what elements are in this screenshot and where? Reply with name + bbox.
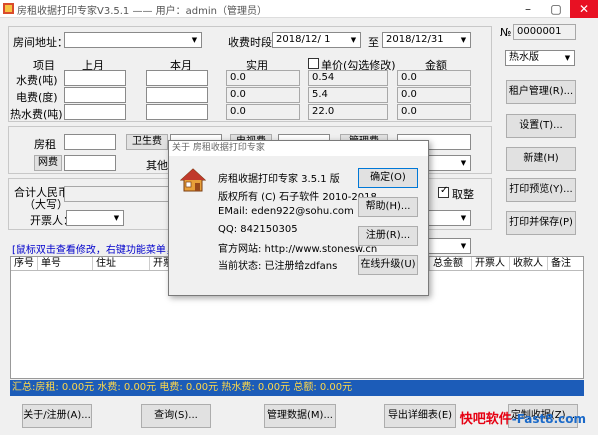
export-detail-button[interactable]: 导出详细表(E) — [384, 404, 456, 428]
close-button[interactable]: ✕ — [570, 0, 598, 18]
th-address[interactable]: 住址 — [93, 257, 150, 270]
col-item: 项目 — [33, 59, 55, 72]
ok-button[interactable]: 确定(O) — [358, 168, 418, 188]
other-label: 其他 — [146, 159, 168, 172]
chevron-down-icon: ▼ — [350, 36, 357, 44]
electric-last-input[interactable] — [64, 87, 126, 103]
manage-data-button[interactable]: 管理数据(M)... — [264, 404, 336, 428]
heater-version-value: 热水版 — [509, 52, 539, 63]
issuer-combo[interactable]: ▼ — [66, 210, 124, 226]
period-from-value: 2018/12/ 1 — [276, 34, 331, 45]
register-button[interactable]: 注册(R)... — [358, 226, 418, 246]
window-title: 房租收据打印专家V3.5.1 —— 用户：admin（管理员） — [17, 6, 267, 17]
copyright-text: 版权所有 (C) 石子软件 2010-2018 — [218, 192, 377, 203]
print-save-button[interactable]: 打印并保存(P) — [506, 211, 576, 235]
chevron-down-icon: ▼ — [460, 242, 467, 250]
internet-fee-button[interactable]: 网费 — [34, 155, 62, 171]
no-label: № — [500, 26, 512, 39]
hotwater-amount-field: 0.0 — [397, 104, 471, 120]
total-label-sub: （大写） — [24, 198, 68, 211]
online-upgrade-button[interactable]: 在线升级(U) — [358, 255, 418, 275]
round-checkbox[interactable] — [438, 185, 449, 198]
house-icon — [180, 168, 206, 192]
period-from-picker[interactable]: 2018/12/ 1 ▼ — [272, 32, 361, 48]
electric-amount-field: 0.0 — [397, 87, 471, 103]
tenant-mgmt-button[interactable]: 租户管理(R)... — [506, 80, 576, 104]
watermark: 快吧软件-Fast8.com — [460, 408, 586, 427]
rent-input[interactable] — [64, 134, 116, 150]
water-this-input[interactable] — [146, 70, 208, 86]
website-text: 官方网站: http://www.stonesw.cn — [218, 244, 378, 255]
chevron-down-icon: ▼ — [460, 214, 467, 222]
email-text: EMail: eden922@sohu.com — [218, 206, 354, 217]
round-label: 取整 — [452, 188, 474, 201]
sanitation-fee-button[interactable]: 卫生费 — [126, 134, 168, 150]
row-label-water: 水费(吨) — [16, 74, 58, 87]
chevron-down-icon: ▼ — [460, 36, 467, 44]
chevron-down-icon: ▼ — [460, 159, 467, 167]
heater-version-select[interactable]: 热水版 ▼ — [505, 50, 575, 66]
total-upper-field — [64, 186, 174, 202]
status-text: 当前状态: 已注册给zdfans — [218, 261, 338, 272]
th-total[interactable]: 总金额 — [430, 257, 472, 270]
row-label-electric: 电费(度) — [16, 91, 58, 104]
address-combo[interactable]: ▼ — [64, 32, 202, 48]
period-to-label: 至 — [368, 36, 379, 49]
title-bar: 房租收据打印专家V3.5.1 —— 用户：admin（管理员） – ▢ ✕ — [0, 0, 598, 18]
address-label: 房间地址： — [13, 36, 68, 49]
hotwater-actual-field: 0.0 — [226, 104, 300, 120]
th-number[interactable]: 单号 — [38, 257, 93, 270]
qq-text: QQ: 842150305 — [218, 224, 298, 235]
water-amount-field: 0.0 — [397, 70, 471, 86]
period-to-value: 2018/12/31 — [386, 34, 444, 45]
settings-button[interactable]: 设置(T)... — [506, 114, 576, 138]
maximize-button[interactable]: ▢ — [542, 0, 570, 18]
watermark-text-2: -Fast8.com — [511, 412, 586, 426]
minimize-button[interactable]: – — [514, 0, 542, 18]
chevron-down-icon: ▼ — [564, 54, 571, 62]
water-price-field: 0.54 — [308, 70, 388, 86]
period-to-picker[interactable]: 2018/12/31 ▼ — [382, 32, 471, 48]
th-index[interactable]: 序号 — [11, 257, 38, 270]
receipt-no-field: 0000001 — [513, 24, 576, 40]
summary-bar: 汇总:房租: 0.00元 水费: 0.00元 电费: 0.00元 热水费: 0.… — [10, 380, 584, 396]
about-register-button[interactable]: 关于/注册(A)... — [22, 404, 92, 428]
row-label-hotwater: 热水费(吨) — [10, 108, 63, 121]
about-dialog: 关于 房租收据打印专家 房租收据打印专家 3.5.1 版 版权所有 (C) 石子… — [168, 140, 429, 296]
hotwater-last-input[interactable] — [64, 104, 126, 120]
rent-label: 房租 — [34, 138, 56, 151]
new-button[interactable]: 新建(H) — [506, 147, 576, 171]
app-icon — [3, 3, 14, 14]
chevron-down-icon: ▼ — [113, 214, 120, 222]
product-name: 房租收据打印专家 3.5.1 版 — [218, 174, 340, 185]
electric-actual-field: 0.0 — [226, 87, 300, 103]
th-remark[interactable]: 备注 — [548, 257, 583, 270]
print-preview-button[interactable]: 打印预览(Y)... — [506, 178, 576, 202]
electric-price-field: 5.4 — [308, 87, 388, 103]
price-edit-checkbox[interactable] — [308, 58, 319, 69]
chevron-down-icon: ▼ — [191, 36, 198, 44]
water-last-input[interactable] — [64, 70, 126, 86]
watermark-text-1: 快吧软件 — [459, 412, 512, 427]
dialog-title: 关于 房租收据打印专家 — [169, 141, 428, 156]
internet-input[interactable] — [64, 155, 116, 171]
query-button[interactable]: 查询(S)... — [141, 404, 211, 428]
help-button[interactable]: 帮助(H)... — [358, 197, 418, 217]
th-receiver[interactable]: 收款人 — [510, 257, 548, 270]
th-issuer[interactable]: 开票人 — [472, 257, 510, 270]
hotwater-this-input[interactable] — [146, 104, 208, 120]
hotwater-price-field: 22.0 — [308, 104, 388, 120]
water-actual-field: 0.0 — [226, 70, 300, 86]
electric-this-input[interactable] — [146, 87, 208, 103]
